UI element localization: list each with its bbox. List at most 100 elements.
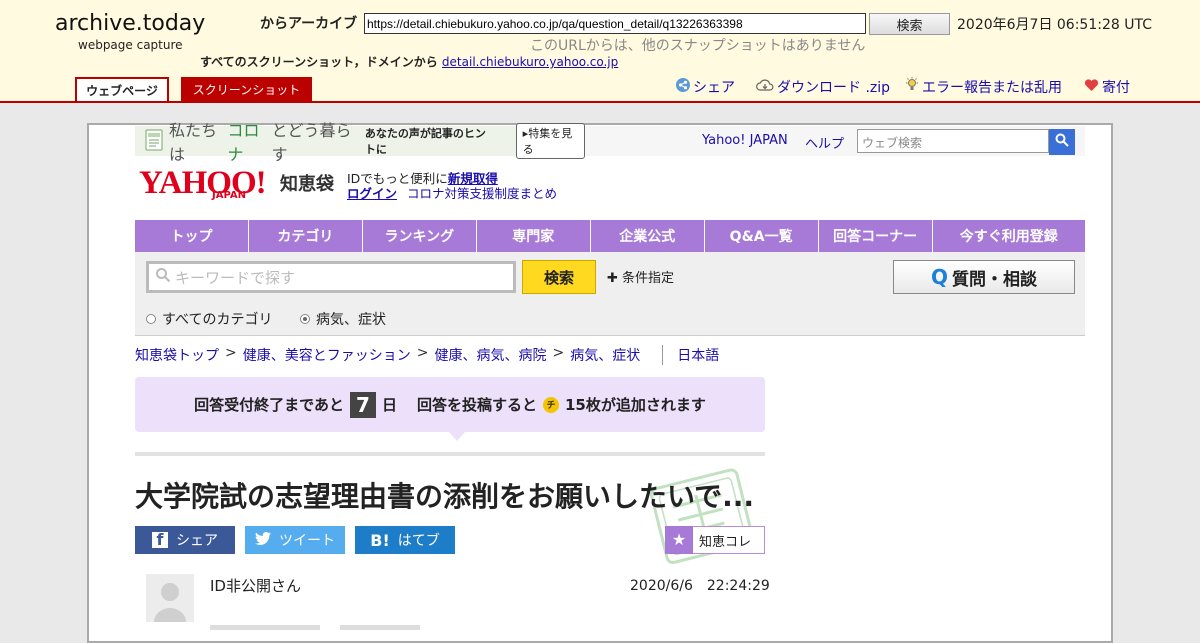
- chiebukuro-brand[interactable]: 知恵袋: [280, 170, 334, 196]
- corona-banner-corona: コロナ: [227, 121, 260, 164]
- deadline-after: 日: [381, 396, 397, 414]
- lightbulb-icon: [905, 77, 919, 97]
- asker-name: ID非公開さん: [210, 577, 301, 595]
- deadline-reward: 15枚が追加されます: [565, 396, 706, 414]
- ask-question-button[interactable]: Q 質問・相談: [893, 260, 1075, 294]
- condition-label: 条件指定: [622, 271, 675, 286]
- tab-screenshot[interactable]: スクリーンショット: [181, 77, 312, 101]
- facebook-share-button[interactable]: f シェア: [135, 526, 235, 554]
- nav-qa-list[interactable]: Q&A一覧: [705, 220, 819, 252]
- radio-current-category[interactable]: 病気、症状: [300, 309, 386, 329]
- archived-url-input[interactable]: [364, 13, 866, 34]
- divider: [135, 452, 765, 456]
- no-other-snapshots-text: このURLからは、他のスナップショットはありません: [530, 38, 866, 54]
- corona-banner[interactable]: 私たちは コロナ とどう暮らす あなたの声が記事のヒントに ▸特集を見る: [135, 121, 586, 164]
- corona-support-link[interactable]: コロナ対策支援制度まとめ: [407, 186, 557, 201]
- donate-label: 寄付: [1102, 80, 1130, 96]
- breadcrumb-top[interactable]: 知恵袋トップ: [135, 345, 219, 365]
- keyword-search-button[interactable]: 検索: [522, 260, 596, 294]
- question-title: 大学院試の志望理由書の添削をお願いしたいで...: [135, 480, 755, 513]
- tab-webpage[interactable]: ウェブページ: [75, 77, 169, 101]
- yahoo-logo-japan: JAPAN: [212, 190, 246, 201]
- user-silhouette-icon: [154, 583, 186, 622]
- breadcrumb-separator: >: [225, 345, 237, 361]
- corona-banner-title: とどう暮らす: [271, 121, 352, 164]
- all-screenshots-line: すべてのスクリーンショット，ドメインから detail.chiebukuro.y…: [200, 53, 618, 70]
- banner-pointer: [449, 432, 465, 441]
- nav-answer-corner[interactable]: 回答コーナー: [819, 220, 933, 252]
- corona-banner-prefix: 私たちは: [169, 121, 218, 164]
- nav-top[interactable]: トップ: [135, 220, 249, 252]
- radio-current-label: 病気、症状: [316, 312, 386, 328]
- breadcrumb-illness[interactable]: 病気、症状: [570, 345, 640, 365]
- archive-logo[interactable]: archive.today: [55, 11, 205, 36]
- question-q-icon: Q: [930, 265, 948, 289]
- nav-ranking[interactable]: ランキング: [363, 220, 477, 252]
- keyword-placeholder: キーワードで探す: [175, 268, 296, 287]
- answer-deadline-banner: 回答受付終了まであと 7 日 回答を投稿すると チ 15枚が追加されます: [135, 377, 765, 432]
- ask-label: 質問・相談: [952, 269, 1037, 290]
- capture-date: 2020年6月7日 06:51:28 UTC: [957, 17, 1152, 33]
- breadcrumb-health-hospital[interactable]: 健康、病気、病院: [434, 345, 546, 365]
- chiekore-label: 知恵コレ: [699, 534, 752, 550]
- deadline-before: 回答受付終了まであと: [194, 396, 344, 414]
- nav-official[interactable]: 企業公式: [591, 220, 705, 252]
- twitter-tweet-label: ツイート: [279, 533, 335, 549]
- download-label: ダウンロード .zip: [777, 80, 891, 96]
- breadcrumb-separator: >: [416, 345, 429, 361]
- donate-link[interactable]: 寄付: [1084, 77, 1130, 97]
- nav-register[interactable]: 今すぐ利用登録: [933, 220, 1085, 252]
- chiekore-button[interactable]: ★ 知恵コレ: [665, 525, 765, 554]
- language-link[interactable]: 日本語: [662, 345, 719, 365]
- breadcrumb-health-beauty[interactable]: 健康、美容とファッション: [243, 345, 411, 365]
- yahoo-japan-link[interactable]: Yahoo! JAPAN: [702, 133, 788, 148]
- question-body-cutoff: [210, 625, 420, 630]
- login-line: ログイン コロナ対策支援制度まとめ: [347, 183, 557, 202]
- share-link[interactable]: シェア: [676, 77, 735, 97]
- avatar: [146, 574, 194, 622]
- hatena-bookmark-button[interactable]: B! はてブ: [355, 526, 455, 554]
- facebook-icon: f: [152, 532, 168, 548]
- condition-toggle[interactable]: ✚ 条件指定: [607, 267, 674, 286]
- twitter-tweet-button[interactable]: ツイート: [245, 526, 345, 554]
- share-label: シェア: [693, 80, 735, 96]
- radio-selected-icon: [300, 314, 310, 324]
- coin-icon: チ: [543, 396, 559, 413]
- facebook-share-label: シェア: [176, 533, 218, 549]
- archive-search-button[interactable]: 検索: [869, 13, 950, 35]
- help-link[interactable]: ヘルプ: [805, 133, 844, 152]
- main-nav: トップ カテゴリ ランキング 専門家 企業公式 Q&A一覧 回答コーナー 今すぐ…: [135, 220, 1085, 252]
- radio-all-label: すべてのカテゴリ: [162, 312, 273, 328]
- breadcrumb: 知恵袋トップ > 健康、美容とファッション > 健康、病気、病院 > 病気、症状…: [135, 345, 719, 365]
- login-link[interactable]: ログイン: [347, 186, 397, 201]
- web-search-input[interactable]: ウェブ検索: [857, 129, 1049, 153]
- hatena-label: はてブ: [397, 533, 440, 549]
- domain-link[interactable]: detail.chiebukuro.yahoo.co.jp: [442, 55, 618, 69]
- download-link[interactable]: ダウンロード .zip: [756, 77, 890, 97]
- hatena-b-icon: B!: [370, 530, 390, 550]
- archived-from-label: からアーカイブ: [260, 16, 358, 32]
- plus-icon: ✚: [607, 271, 618, 286]
- archive-logo-subtitle: webpage capture: [78, 38, 183, 52]
- radio-circle-icon: [146, 314, 156, 324]
- share-icon: [676, 78, 690, 96]
- nav-category[interactable]: カテゴリ: [249, 220, 363, 252]
- feature-button[interactable]: ▸特集を見る: [515, 123, 586, 159]
- deadline-post-text: 回答を投稿すると: [416, 396, 537, 414]
- flyer-icon: [145, 129, 163, 154]
- question-date: 2020/6/6 22:24:29: [630, 578, 770, 594]
- report-label: エラー報告または乱用: [922, 80, 1062, 96]
- web-search-button[interactable]: [1049, 129, 1075, 155]
- corona-banner-tail: あなたの声が記事のヒントに: [364, 127, 486, 156]
- twitter-bird-icon: [255, 531, 271, 549]
- days-remaining: 7: [349, 391, 376, 418]
- search-icon: [155, 267, 171, 287]
- keyword-search-input[interactable]: キーワードで探す: [146, 261, 516, 293]
- report-link[interactable]: エラー報告または乱用: [905, 77, 1062, 97]
- nav-expert[interactable]: 専門家: [477, 220, 591, 252]
- breadcrumb-separator: >: [552, 345, 565, 361]
- radio-all-categories[interactable]: すべてのカテゴリ: [146, 309, 272, 329]
- yahoo-logo[interactable]: YAHOO!: [139, 167, 267, 200]
- star-icon: ★: [665, 525, 693, 554]
- search-icon: [1055, 133, 1069, 151]
